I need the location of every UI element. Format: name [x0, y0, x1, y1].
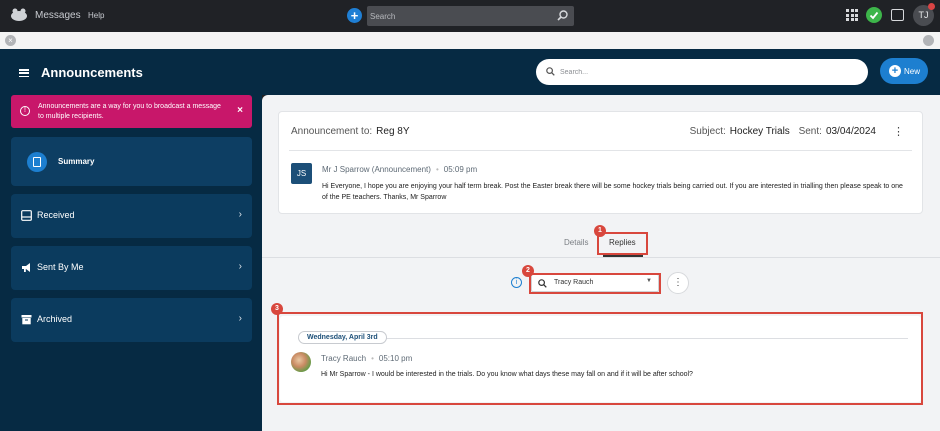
global-search-input[interactable] [367, 6, 547, 27]
compose-plus-icon[interactable]: + [347, 8, 362, 23]
top-bar: Messages Help + TJ [0, 0, 940, 32]
search-icon[interactable] [557, 10, 568, 21]
plus-icon: + [889, 65, 901, 77]
to-label: Announcement to: [291, 126, 373, 137]
sidebar-item-archived[interactable]: Archived › [11, 298, 252, 342]
info-icon[interactable]: i [511, 277, 522, 288]
menu-icon[interactable] [19, 69, 29, 78]
announcement-time: 05:09 pm [443, 165, 478, 174]
chevron-right-icon: › [238, 261, 242, 272]
sent-value: 03/04/2024 [825, 126, 876, 137]
expand-icon[interactable] [923, 35, 934, 46]
info-icon: ! [20, 106, 30, 116]
sent-label: Sent: [798, 126, 822, 137]
inbox-icon [21, 210, 32, 221]
tab-details[interactable]: Details [564, 238, 588, 247]
global-search[interactable] [367, 6, 574, 27]
tabs-divider [262, 257, 940, 258]
apps-grid-icon[interactable] [846, 9, 858, 21]
subject-label: Subject: [689, 126, 726, 137]
announcement-author-line: Mr J Sparrow (Announcement) • 05:09 pm [322, 165, 478, 174]
page-header: Announcements + New [0, 49, 940, 95]
callout-box-replies [597, 232, 648, 255]
alert-text: Announcements are a way for you to broad… [38, 103, 221, 120]
sidebar-item-received[interactable]: Received › [11, 194, 252, 238]
search-icon [546, 67, 555, 76]
announcement-search[interactable] [536, 59, 868, 85]
announcement-message: Hi Everyone, I hope you are enjoying you… [322, 183, 903, 201]
callout-box-filter [529, 273, 661, 294]
chevron-right-icon: › [238, 313, 242, 324]
callout-badge-3: 3 [271, 303, 283, 315]
summary-icon [27, 152, 47, 172]
inbox-tray-icon[interactable] [891, 9, 904, 21]
author-name: Mr J Sparrow (Announcement) [322, 165, 431, 174]
sidebar-item-label: Archived [37, 314, 73, 324]
chevron-right-icon: › [238, 209, 242, 220]
close-icon[interactable]: × [5, 35, 16, 46]
app-name[interactable]: Messages [35, 10, 81, 21]
sidebar-item-sent-by-me[interactable]: Sent By Me › [11, 246, 252, 290]
subject-value: Hockey Trials [729, 126, 790, 137]
alert-close-icon[interactable]: × [237, 105, 243, 116]
active-tab-indicator [603, 255, 643, 257]
new-button-label: New [904, 66, 921, 76]
info-alert: ! Announcements are a way for you to bro… [11, 95, 252, 128]
to-value: Reg 8Y [376, 126, 410, 137]
announcement-search-input[interactable] [560, 64, 850, 80]
sidebar-item-label: Sent By Me [37, 262, 84, 272]
app-logo-icon [11, 8, 27, 21]
author-avatar: JS [291, 163, 312, 184]
help-link[interactable]: Help [88, 11, 104, 20]
notification-badge [928, 3, 935, 10]
new-announcement-button[interactable]: + New [880, 58, 928, 84]
more-options-icon[interactable]: ⋮ [893, 125, 904, 138]
sidebar-item-summary[interactable]: Summary [11, 137, 252, 186]
announcement-card: Announcement to: Reg 8Y Subject: Hockey Tr… [278, 111, 923, 214]
announcement-to: Announcement to: Reg 8Y [291, 126, 410, 137]
sidebar-item-label: Summary [58, 157, 95, 166]
status-check-icon[interactable] [866, 7, 882, 23]
sidebar-item-label: Received [37, 210, 75, 220]
page-title: Announcements [41, 65, 143, 80]
callout-box-reply [277, 312, 923, 405]
filter-more-options-icon[interactable]: ⋮ [667, 272, 689, 294]
divider [289, 150, 912, 151]
megaphone-icon [22, 263, 30, 272]
announcement-meta: Subject: Hockey Trials Sent: 03/04/2024 [690, 126, 882, 137]
callout-badge-2: 2 [522, 265, 534, 277]
callout-badge-1: 1 [594, 225, 606, 237]
archive-icon [21, 315, 32, 325]
sidebar: ! Announcements are a way for you to bro… [0, 95, 262, 431]
window-strip: × [0, 32, 940, 49]
